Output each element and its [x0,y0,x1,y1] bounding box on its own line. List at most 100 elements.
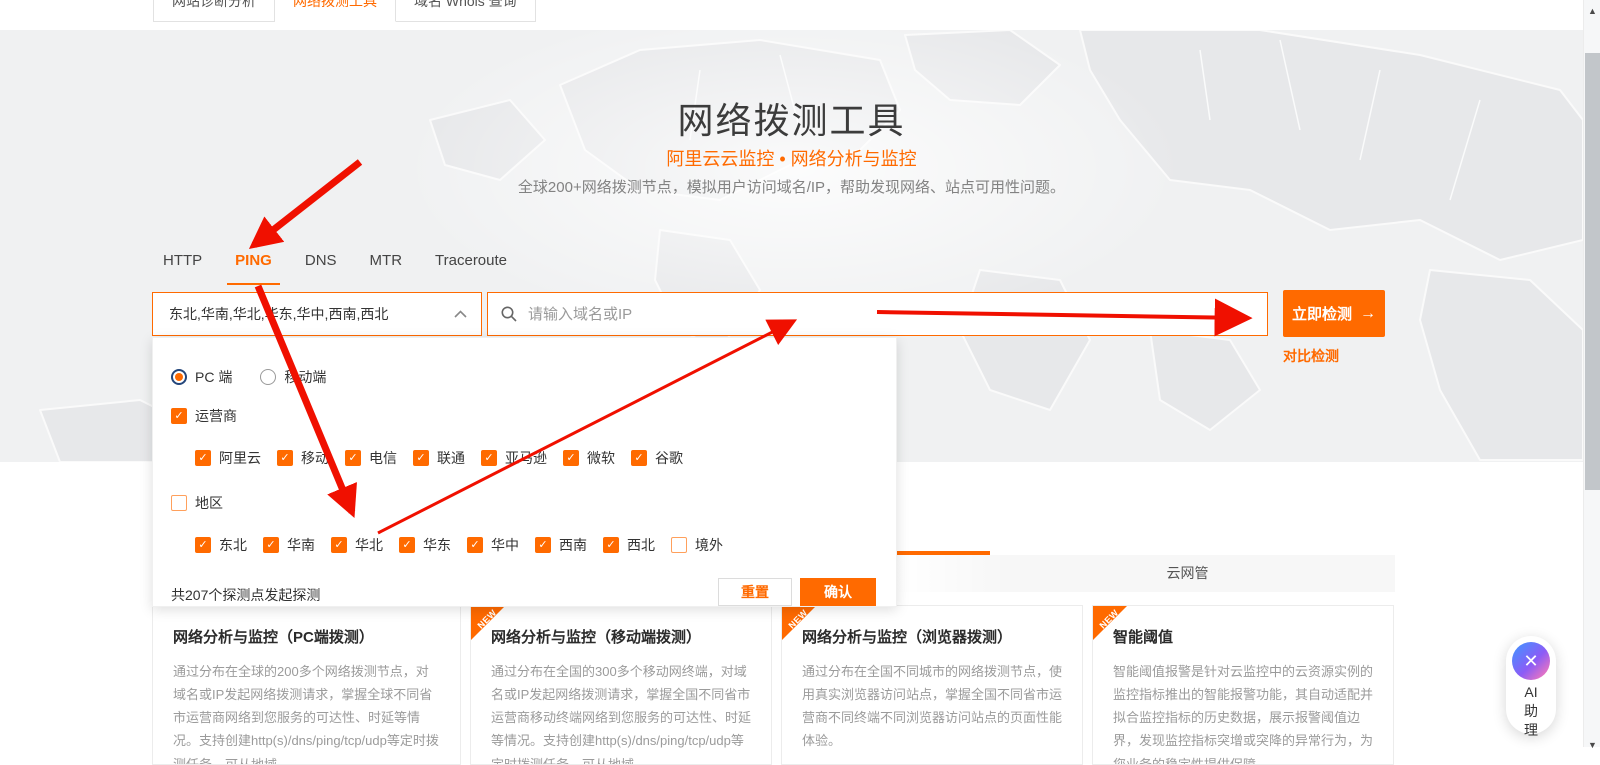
protocol-tab-dns[interactable]: DNS [305,252,337,273]
protocol-tab-traceroute[interactable]: Traceroute [435,252,507,273]
top-tab-site-diagnosis[interactable]: 网站诊断分析 [153,0,275,22]
checkbox-checked-icon[interactable] [263,537,279,553]
region-overseas[interactable]: 境外 [671,535,723,555]
checkbox-unchecked-icon[interactable] [671,537,687,553]
scroll-up-icon[interactable]: ▲ [1584,6,1600,16]
region-northwest[interactable]: 西北 [603,535,655,555]
reset-button[interactable]: 重置 [718,578,792,606]
checkbox-checked-icon[interactable] [631,450,647,466]
checkbox-unchecked-icon[interactable] [171,495,187,511]
confirm-button[interactable]: 确认 [800,578,876,606]
protocol-tab-ping[interactable]: PING [235,252,272,273]
search-icon [500,305,518,323]
region-central[interactable]: 华中 [467,535,519,555]
compare-detect-link[interactable]: 对比检测 [1283,346,1339,366]
ai-assistant-widget[interactable]: ✕ AI 助 理 [1506,636,1556,734]
carrier-label: 电信 [369,448,397,468]
checkbox-checked-icon[interactable] [195,537,211,553]
region-east[interactable]: 华东 [399,535,451,555]
device-option-mobile[interactable]: 移动端 [260,367,326,387]
feature-card-mobile[interactable]: NEW 网络分析与监控（移动端拨测） 通过分布在全国的300多个移动网终端，对域… [470,605,772,765]
top-tab-bar: 网站诊断分析 网络拨测工具 域名 Whois 查询 [153,0,536,22]
region-label: 西南 [559,535,587,555]
region-group-label: 地区 [195,493,223,513]
feature-card-pc[interactable]: 网络分析与监控（PC端拨测） 通过分布在全球的200多个网络拨测节点，对域名或I… [152,605,461,765]
protocol-tab-bar: HTTP PING DNS MTR Traceroute [163,252,507,273]
carrier-group-checkbox[interactable]: 运营商 [171,406,237,426]
device-option-label: PC 端 [195,367,232,387]
radio-unselected-icon[interactable] [260,369,276,385]
checkbox-checked-icon[interactable] [345,450,361,466]
checkbox-checked-icon[interactable] [399,537,415,553]
region-southwest[interactable]: 西南 [535,535,587,555]
page-title: 网络拨测工具 [0,92,1583,144]
checkbox-checked-icon[interactable] [413,450,429,466]
region-select-value: 东北,华南,华北,华东,华中,西南,西北 [169,304,454,324]
panel-buttons: 重置 确认 [718,578,876,606]
probe-count-summary: 共207个探测点发起探测 [171,585,320,605]
carrier-label: 联通 [437,448,465,468]
page-subtitle: 阿里云云监控 • 网络分析与监控 [0,145,1583,171]
carrier-label: 亚马逊 [505,448,547,468]
card-title: 网络分析与监控（浏览器拨测） [802,626,1062,647]
radio-selected-icon[interactable] [171,369,187,385]
card-body: 通过分布在全国的300多个移动网终端，对域名或IP发起网络拨测请求，掌握全国不同… [491,660,751,765]
card-body: 通过分布在全球的200多个网络拨测节点，对域名或IP发起网络拨测请求，掌握全球不… [173,660,440,765]
card-title: 网络分析与监控（PC端拨测） [173,626,440,647]
node-picker-panel: PC 端 移动端 运营商 阿里云 移动 电信 联通 亚马逊 微软 谷歌 地区 东… [152,337,897,607]
carrier-telecom[interactable]: 电信 [345,448,397,468]
region-north[interactable]: 华北 [331,535,383,555]
feature-card-browser[interactable]: NEW 网络分析与监控（浏览器拨测） 通过分布在全国不同城市的网络拨测节点，使用… [781,605,1083,765]
region-select[interactable]: 东北,华南,华北,华东,华中,西南,西北 [152,292,482,336]
carrier-mobile[interactable]: 移动 [277,448,329,468]
checkbox-checked-icon[interactable] [603,537,619,553]
region-south[interactable]: 华南 [263,535,315,555]
carrier-google[interactable]: 谷歌 [631,448,683,468]
card-title: 网络分析与监控（移动端拨测） [491,626,751,647]
carrier-microsoft[interactable]: 微软 [563,448,615,468]
chevron-up-icon [454,310,467,318]
device-option-label: 移动端 [284,367,326,387]
region-label: 东北 [219,535,247,555]
checkbox-checked-icon[interactable] [277,450,293,466]
scroll-down-icon[interactable]: ▼ [1584,740,1600,750]
arrow-right-icon: → [1360,305,1376,323]
card-body: 通过分布在全国不同城市的网络拨测节点，使用真实浏览器访问站点，掌握全国不同省市运… [802,660,1062,753]
detect-button-label: 立即检测 [1292,303,1352,324]
region-label: 华南 [287,535,315,555]
region-label: 华中 [491,535,519,555]
checkbox-checked-icon[interactable] [481,450,497,466]
carrier-amazon[interactable]: 亚马逊 [481,448,547,468]
region-northeast[interactable]: 东北 [195,535,247,555]
region-group-checkbox[interactable]: 地区 [171,493,223,513]
carrier-group-label: 运营商 [195,406,237,426]
carrier-label: 阿里云 [219,448,261,468]
ai-assistant-label: AI 助 理 [1524,683,1538,740]
checkbox-checked-icon[interactable] [171,408,187,424]
search-box [487,292,1268,336]
checkbox-checked-icon[interactable] [467,537,483,553]
checkbox-checked-icon[interactable] [535,537,551,553]
detect-button[interactable]: 立即检测 → [1283,290,1385,337]
page-description: 全球200+网络拨测节点，模拟用户访问域名/IP，帮助发现网络、站点可用性问题。 [0,176,1583,197]
tab-cloud-network-manager[interactable]: 云网管 [980,555,1395,592]
feature-card-smart-threshold[interactable]: NEW 智能阈值 智能阈值报警是针对云监控中的云资源实例的监控指标推出的智能报警… [1092,605,1394,765]
carrier-label: 微软 [587,448,615,468]
top-tab-network-detect[interactable]: 网络拨测工具 [275,0,396,22]
carrier-aliyun[interactable]: 阿里云 [195,448,261,468]
ai-assistant-icon[interactable]: ✕ [1512,642,1550,680]
protocol-tab-mtr[interactable]: MTR [370,252,403,273]
checkbox-checked-icon[interactable] [331,537,347,553]
protocol-tab-http[interactable]: HTTP [163,252,202,273]
domain-input[interactable] [528,306,1255,323]
scrollbar-thumb[interactable] [1585,53,1600,490]
checkbox-checked-icon[interactable] [195,450,211,466]
device-option-pc[interactable]: PC 端 [171,367,232,387]
scrollbar[interactable]: ▲ ▼ [1583,0,1600,747]
region-label: 华北 [355,535,383,555]
carrier-unicom[interactable]: 联通 [413,448,465,468]
feature-cards: 网络分析与监控（PC端拨测） 通过分布在全球的200多个网络拨测节点，对域名或I… [152,605,1394,765]
card-body: 智能阈值报警是针对云监控中的云资源实例的监控指标推出的智能报警功能，其自动适配并… [1113,660,1373,765]
checkbox-checked-icon[interactable] [563,450,579,466]
top-tab-whois[interactable]: 域名 Whois 查询 [396,0,536,22]
